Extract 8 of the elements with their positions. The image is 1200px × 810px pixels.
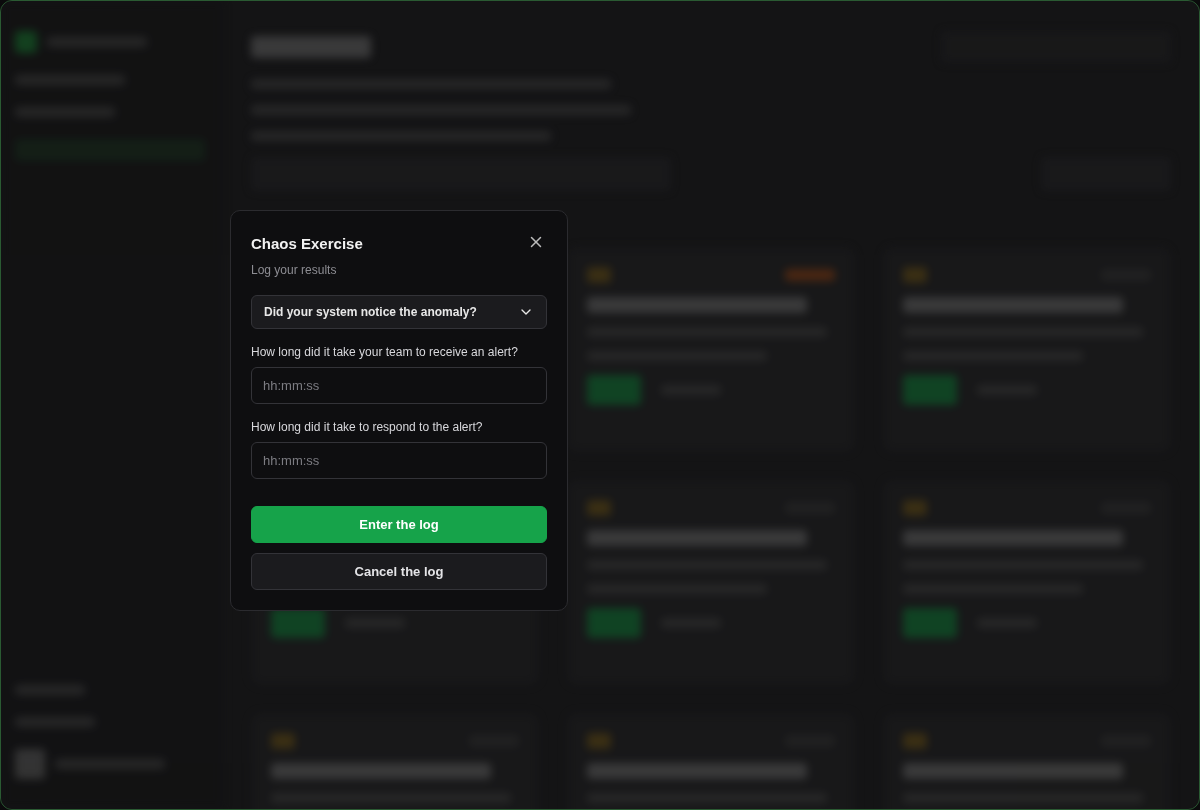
cancel-log-button[interactable]: Cancel the log [251, 553, 547, 590]
time-input[interactable]: hh:mm:ss [251, 367, 547, 404]
dialog-subtitle: Log your results [251, 263, 338, 277]
time-input[interactable]: hh:mm:ss [251, 442, 547, 479]
field-label: How long did it take your team to receive an alert? [251, 345, 519, 359]
dialog-title: Chaos Exercise [251, 235, 363, 252]
field-label: How long did it take to respond to the alert? [251, 420, 484, 434]
anomaly-select[interactable]: Did your system notice the anomaly? [251, 295, 547, 329]
